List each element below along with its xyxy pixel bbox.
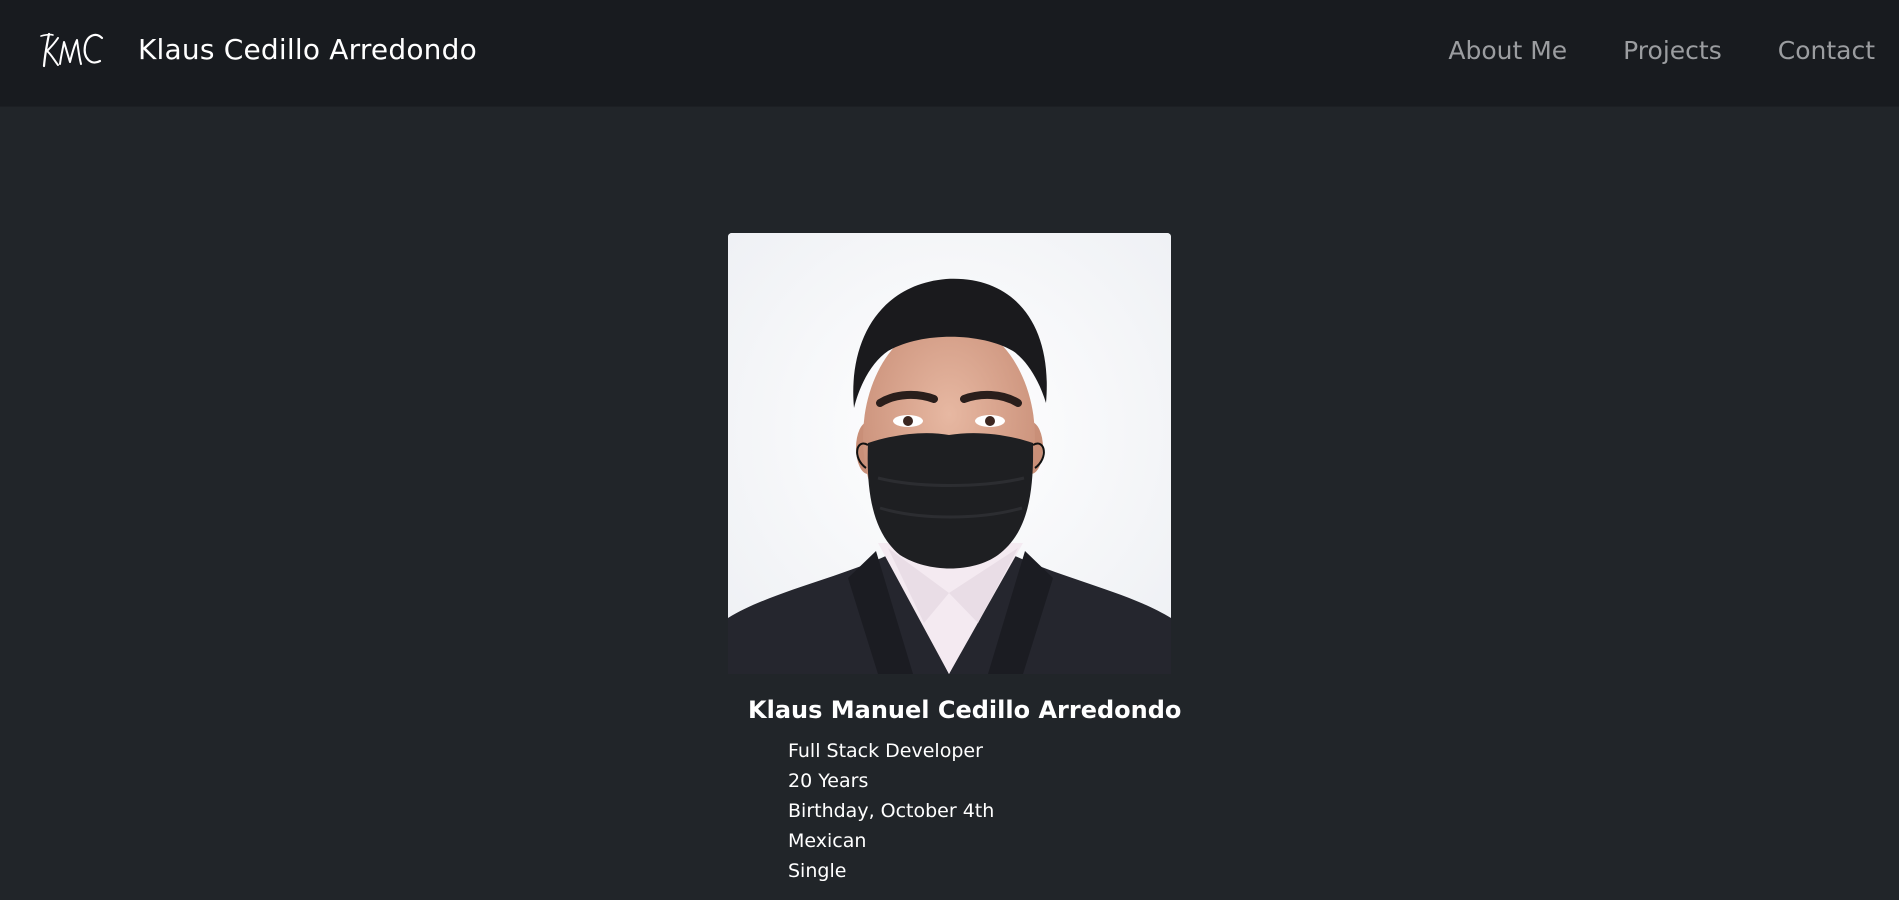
top-navbar: Klaus Cedillo Arredondo About Me Project… xyxy=(0,0,1899,107)
profile-full-name: Klaus Manuel Cedillo Arredondo xyxy=(748,696,1182,724)
kmc-logo xyxy=(40,32,104,68)
detail-occupation: Full Stack Developer xyxy=(788,740,983,762)
detail-birthday: Birthday, October 4th xyxy=(788,800,995,822)
detail-nationality: Mexican xyxy=(788,830,867,852)
profile-photo xyxy=(728,233,1171,674)
detail-age: 20 Years xyxy=(788,770,869,792)
profile-details: Klaus Manuel Cedillo Arredondo Full Stac… xyxy=(728,696,1182,886)
brand[interactable]: Klaus Cedillo Arredondo xyxy=(36,26,477,72)
profile-detail-list: Full Stack Developer 20 Years Birthday, … xyxy=(748,736,1172,886)
nav-link-contact[interactable]: Contact xyxy=(1778,36,1875,65)
profile-card: Klaus Manuel Cedillo Arredondo Full Stac… xyxy=(728,233,1182,886)
detail-marital-status: Single xyxy=(788,860,847,882)
nav-link-projects[interactable]: Projects xyxy=(1623,36,1722,65)
brand-name: Klaus Cedillo Arredondo xyxy=(138,32,477,66)
nav-link-about-me[interactable]: About Me xyxy=(1448,36,1567,65)
main-nav: About Me Projects Contact xyxy=(1448,36,1875,65)
